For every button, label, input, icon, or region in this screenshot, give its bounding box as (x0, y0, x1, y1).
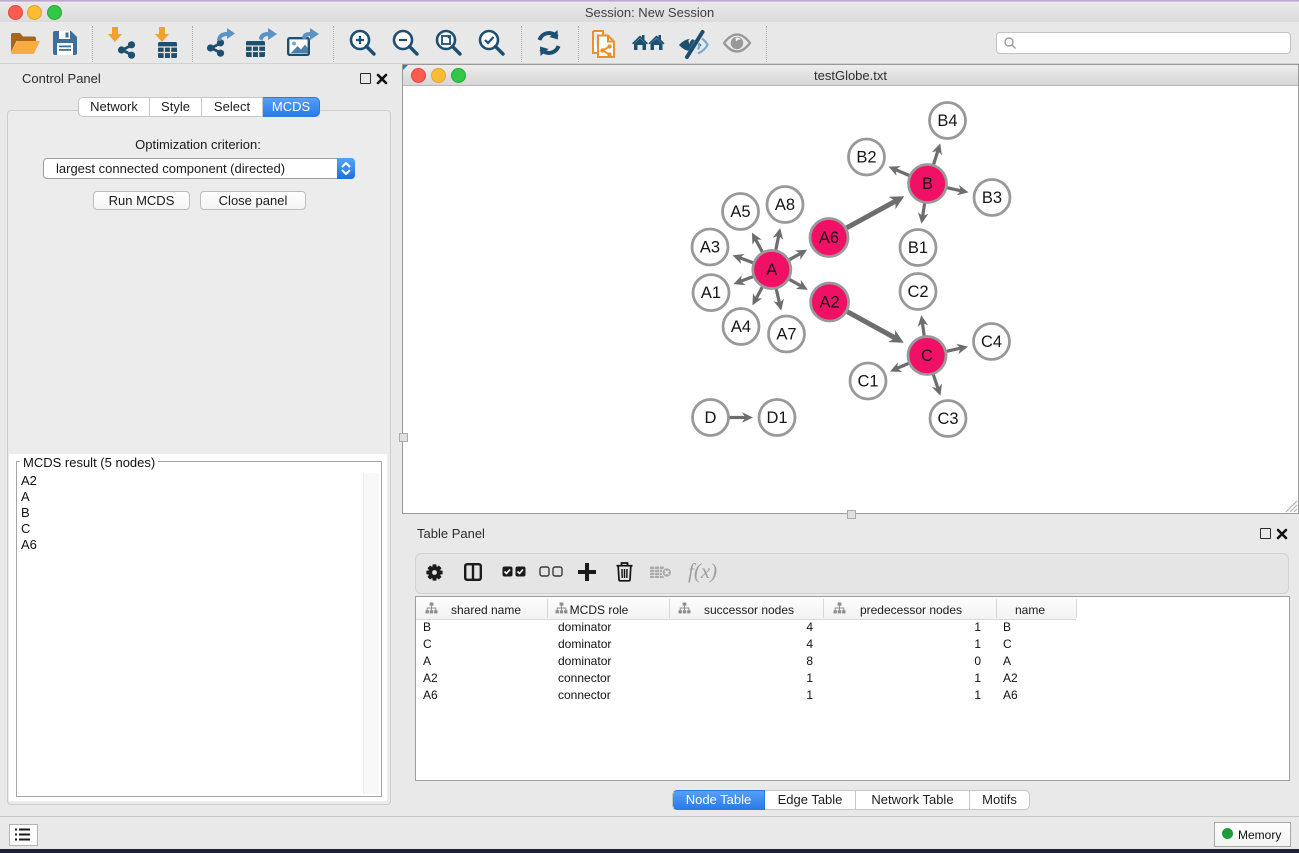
svg-text:A7: A7 (776, 326, 796, 344)
svg-text:C3: C3 (937, 410, 958, 428)
svg-text:B1: B1 (908, 239, 928, 257)
svg-text:A6: A6 (819, 229, 839, 247)
svg-text:A: A (766, 261, 777, 279)
svg-text:A4: A4 (731, 318, 751, 336)
svg-text:B: B (922, 175, 933, 193)
svg-text:A1: A1 (701, 284, 721, 302)
svg-text:C4: C4 (981, 333, 1002, 351)
svg-text:C1: C1 (857, 373, 878, 391)
svg-text:B3: B3 (982, 189, 1002, 207)
svg-text:B4: B4 (937, 112, 957, 130)
svg-text:A2: A2 (820, 294, 840, 312)
svg-text:D1: D1 (766, 409, 787, 427)
svg-text:C: C (921, 347, 933, 365)
svg-text:B2: B2 (856, 149, 876, 167)
svg-text:A5: A5 (730, 203, 750, 221)
svg-text:A8: A8 (775, 196, 795, 214)
svg-text:C2: C2 (907, 283, 928, 301)
svg-text:D: D (705, 409, 717, 427)
svg-text:A3: A3 (700, 239, 720, 257)
